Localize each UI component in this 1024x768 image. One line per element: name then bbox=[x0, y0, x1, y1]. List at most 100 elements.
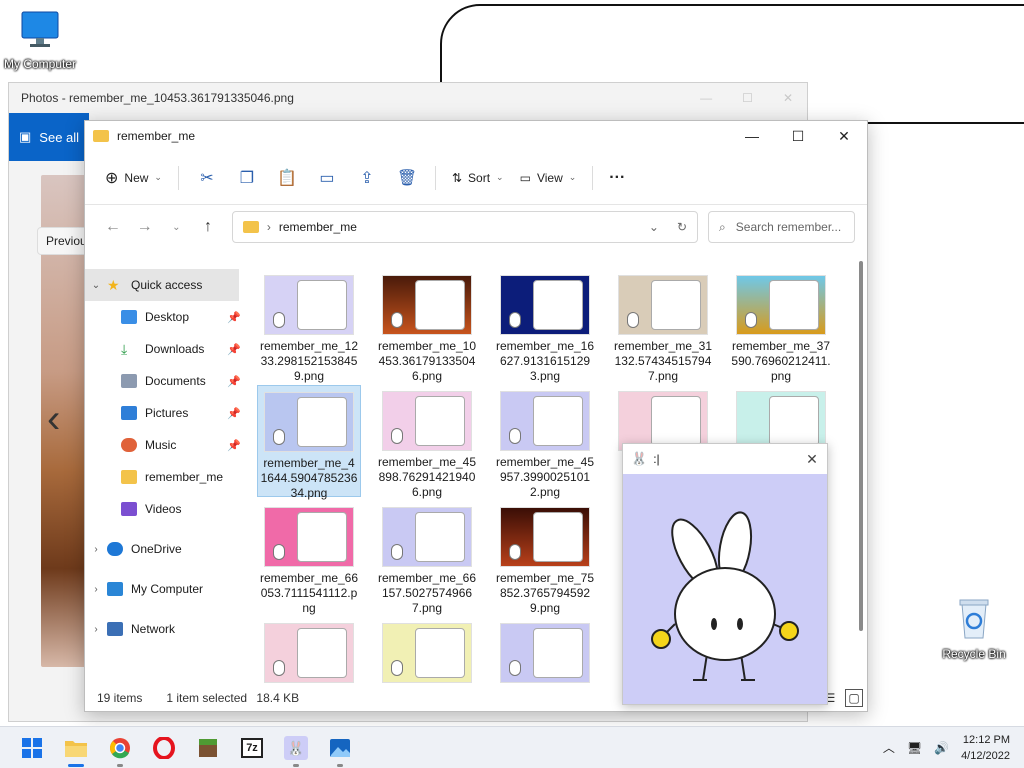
sort-icon: ⇅ bbox=[451, 170, 463, 185]
plus-icon: ⊕ bbox=[105, 169, 119, 187]
chevron-down-icon[interactable]: ⌄ bbox=[649, 220, 659, 234]
nav-item-remember-me[interactable]: remember_me bbox=[85, 461, 245, 493]
file-item[interactable] bbox=[375, 617, 479, 685]
delete-icon[interactable]: 🗑 bbox=[387, 162, 427, 194]
file-thumbnail bbox=[264, 392, 354, 452]
volume-icon[interactable]: 🔊 bbox=[934, 741, 949, 755]
paste-icon[interactable]: 📋 bbox=[267, 162, 307, 194]
chevron-right-icon[interactable]: › bbox=[85, 544, 107, 555]
file-item[interactable]: remember_me_45957.39900251012.png bbox=[493, 385, 597, 499]
copy-icon[interactable]: ❐ bbox=[227, 162, 267, 194]
previous-arrow-icon[interactable]: ‹ bbox=[47, 397, 60, 442]
bunny-app-icon: 🐰 bbox=[631, 451, 648, 466]
file-item[interactable]: remember_me_66157.50275749667.png bbox=[375, 501, 479, 615]
file-item[interactable] bbox=[493, 617, 597, 685]
desktop-icon-label: Recycle Bin bbox=[942, 647, 1006, 661]
bunny-window: 🐰 :| ✕ bbox=[622, 443, 828, 705]
share-icon[interactable]: ⇪ bbox=[347, 162, 387, 194]
desktop: My Computer Recycle Bin Photos - remembe… bbox=[0, 0, 1024, 726]
nav-item-videos[interactable]: Videos bbox=[85, 493, 245, 525]
file-item[interactable]: remember_me_16627.91316151293.png bbox=[493, 269, 597, 383]
status-bar: 19 items 1 item selected 18.4 KB bbox=[97, 691, 299, 705]
chevron-down-icon[interactable]: ⌄ bbox=[85, 280, 107, 291]
bunny-title: :| bbox=[653, 452, 660, 466]
more-options-button[interactable]: ··· bbox=[601, 163, 633, 193]
maximize-icon[interactable]: ☐ bbox=[742, 91, 753, 105]
close-button[interactable]: ✕ bbox=[821, 121, 867, 151]
nav-item-desktop[interactable]: Desktop 📌 bbox=[85, 301, 245, 333]
pin-icon: 📌 bbox=[227, 375, 241, 388]
nav-item-quick-access[interactable]: ⌄ ★ Quick access bbox=[85, 269, 239, 301]
forward-arrow-icon[interactable]: → bbox=[129, 218, 161, 236]
file-name: remember_me_37590.76960212411.png bbox=[731, 339, 831, 383]
rename-icon[interactable]: ▭ bbox=[307, 162, 347, 194]
file-item[interactable]: remember_me_66053.7111541112.png bbox=[257, 501, 361, 615]
address-bar[interactable]: › remember_me ⌄ ↻ bbox=[231, 211, 699, 243]
file-thumbnail bbox=[264, 507, 354, 567]
desktop-icon-recycle-bin[interactable]: Recycle Bin bbox=[934, 596, 1014, 661]
nav-label: My Computer bbox=[131, 582, 204, 596]
clock-time: 12:12 PM bbox=[962, 733, 1010, 746]
clock[interactable]: 12:12 PM 4/12/2022 bbox=[961, 732, 1010, 764]
taskbar-file-explorer[interactable] bbox=[54, 728, 98, 768]
chevron-right-icon[interactable]: › bbox=[85, 584, 107, 595]
bunny-canvas bbox=[623, 474, 827, 704]
file-thumbnail bbox=[736, 391, 826, 451]
taskbar-minecraft[interactable] bbox=[186, 728, 230, 768]
nav-item-pictures[interactable]: Pictures 📌 bbox=[85, 397, 245, 429]
search-input[interactable]: ⌕ Search remember... bbox=[708, 211, 855, 243]
document-icon bbox=[121, 374, 137, 388]
taskbar-opera[interactable] bbox=[142, 728, 186, 768]
back-arrow-icon[interactable]: ← bbox=[97, 218, 129, 236]
explorer-window-controls: — ☐ ✕ bbox=[729, 121, 867, 151]
folder-icon bbox=[121, 470, 137, 484]
sort-button[interactable]: ⇅ Sort ⌄ bbox=[444, 165, 512, 191]
nav-item-network[interactable]: › Network bbox=[85, 613, 245, 645]
new-button[interactable]: ⊕ New ⌄ bbox=[97, 162, 170, 194]
nav-label: Music bbox=[145, 438, 177, 452]
network-status-icon[interactable]: 🖥 bbox=[907, 741, 922, 755]
chevron-down-icon: ⌄ bbox=[154, 172, 162, 182]
taskbar-7zip[interactable]: 7z bbox=[230, 728, 274, 768]
minimize-button[interactable]: — bbox=[729, 121, 775, 151]
chevron-right-icon[interactable]: › bbox=[85, 624, 107, 635]
file-item-selected[interactable]: remember_me_41644.590478523634.png bbox=[257, 385, 361, 500]
refresh-icon[interactable]: ↻ bbox=[677, 220, 687, 234]
taskbar-chrome[interactable] bbox=[98, 728, 142, 768]
file-item[interactable]: remember_me_45898.762914219406.png bbox=[375, 385, 479, 499]
close-icon[interactable]: ✕ bbox=[783, 91, 793, 105]
file-item[interactable] bbox=[257, 617, 361, 685]
see-all-button[interactable]: ▣ See all bbox=[9, 113, 89, 161]
up-arrow-icon[interactable]: ↑ bbox=[192, 218, 224, 236]
recent-chevron-icon[interactable]: ⌄ bbox=[160, 222, 192, 233]
see-all-label: See all bbox=[39, 129, 80, 145]
nav-item-onedrive[interactable]: › OneDrive bbox=[85, 533, 245, 565]
start-button[interactable] bbox=[10, 728, 54, 768]
file-name: remember_me_66053.7111541112.png bbox=[259, 571, 359, 615]
minimize-icon[interactable]: — bbox=[700, 91, 712, 105]
cut-icon[interactable]: ✂ bbox=[187, 162, 227, 194]
taskbar-bunny-app[interactable]: 🐰 bbox=[274, 728, 318, 768]
file-thumbnail bbox=[500, 507, 590, 567]
grass-block-icon bbox=[199, 738, 217, 757]
nav-item-downloads[interactable]: ⤓ Downloads 📌 bbox=[85, 333, 245, 365]
desktop-icon-label: My Computer bbox=[3, 57, 77, 71]
close-icon[interactable]: ✕ bbox=[797, 451, 827, 468]
vertical-scrollbar[interactable] bbox=[859, 261, 863, 631]
search-icon: ⌕ bbox=[719, 219, 726, 234]
file-item[interactable]: remember_me_31132.574345157947.png bbox=[611, 269, 715, 383]
tiles-view-icon[interactable]: ▢ bbox=[845, 689, 863, 707]
file-item[interactable]: remember_me_75852.37657945929.png bbox=[493, 501, 597, 615]
desktop-icon-my-computer[interactable]: My Computer bbox=[0, 10, 80, 71]
file-thumbnail bbox=[500, 275, 590, 335]
maximize-button[interactable]: ☐ bbox=[775, 121, 821, 151]
chevron-up-icon[interactable]: ︿ bbox=[883, 739, 895, 756]
nav-item-my-computer[interactable]: › My Computer bbox=[85, 573, 245, 605]
file-item[interactable]: remember_me_37590.76960212411.png bbox=[729, 269, 833, 383]
file-item[interactable]: remember_me_10453.361791335046.png bbox=[375, 269, 479, 383]
file-item[interactable]: remember_me_1233.2981521538459.png bbox=[257, 269, 361, 383]
view-button[interactable]: ▭ View ⌄ bbox=[512, 165, 585, 191]
nav-item-documents[interactable]: Documents 📌 bbox=[85, 365, 245, 397]
nav-item-music[interactable]: Music 📌 bbox=[85, 429, 245, 461]
taskbar-photos[interactable] bbox=[318, 728, 362, 768]
